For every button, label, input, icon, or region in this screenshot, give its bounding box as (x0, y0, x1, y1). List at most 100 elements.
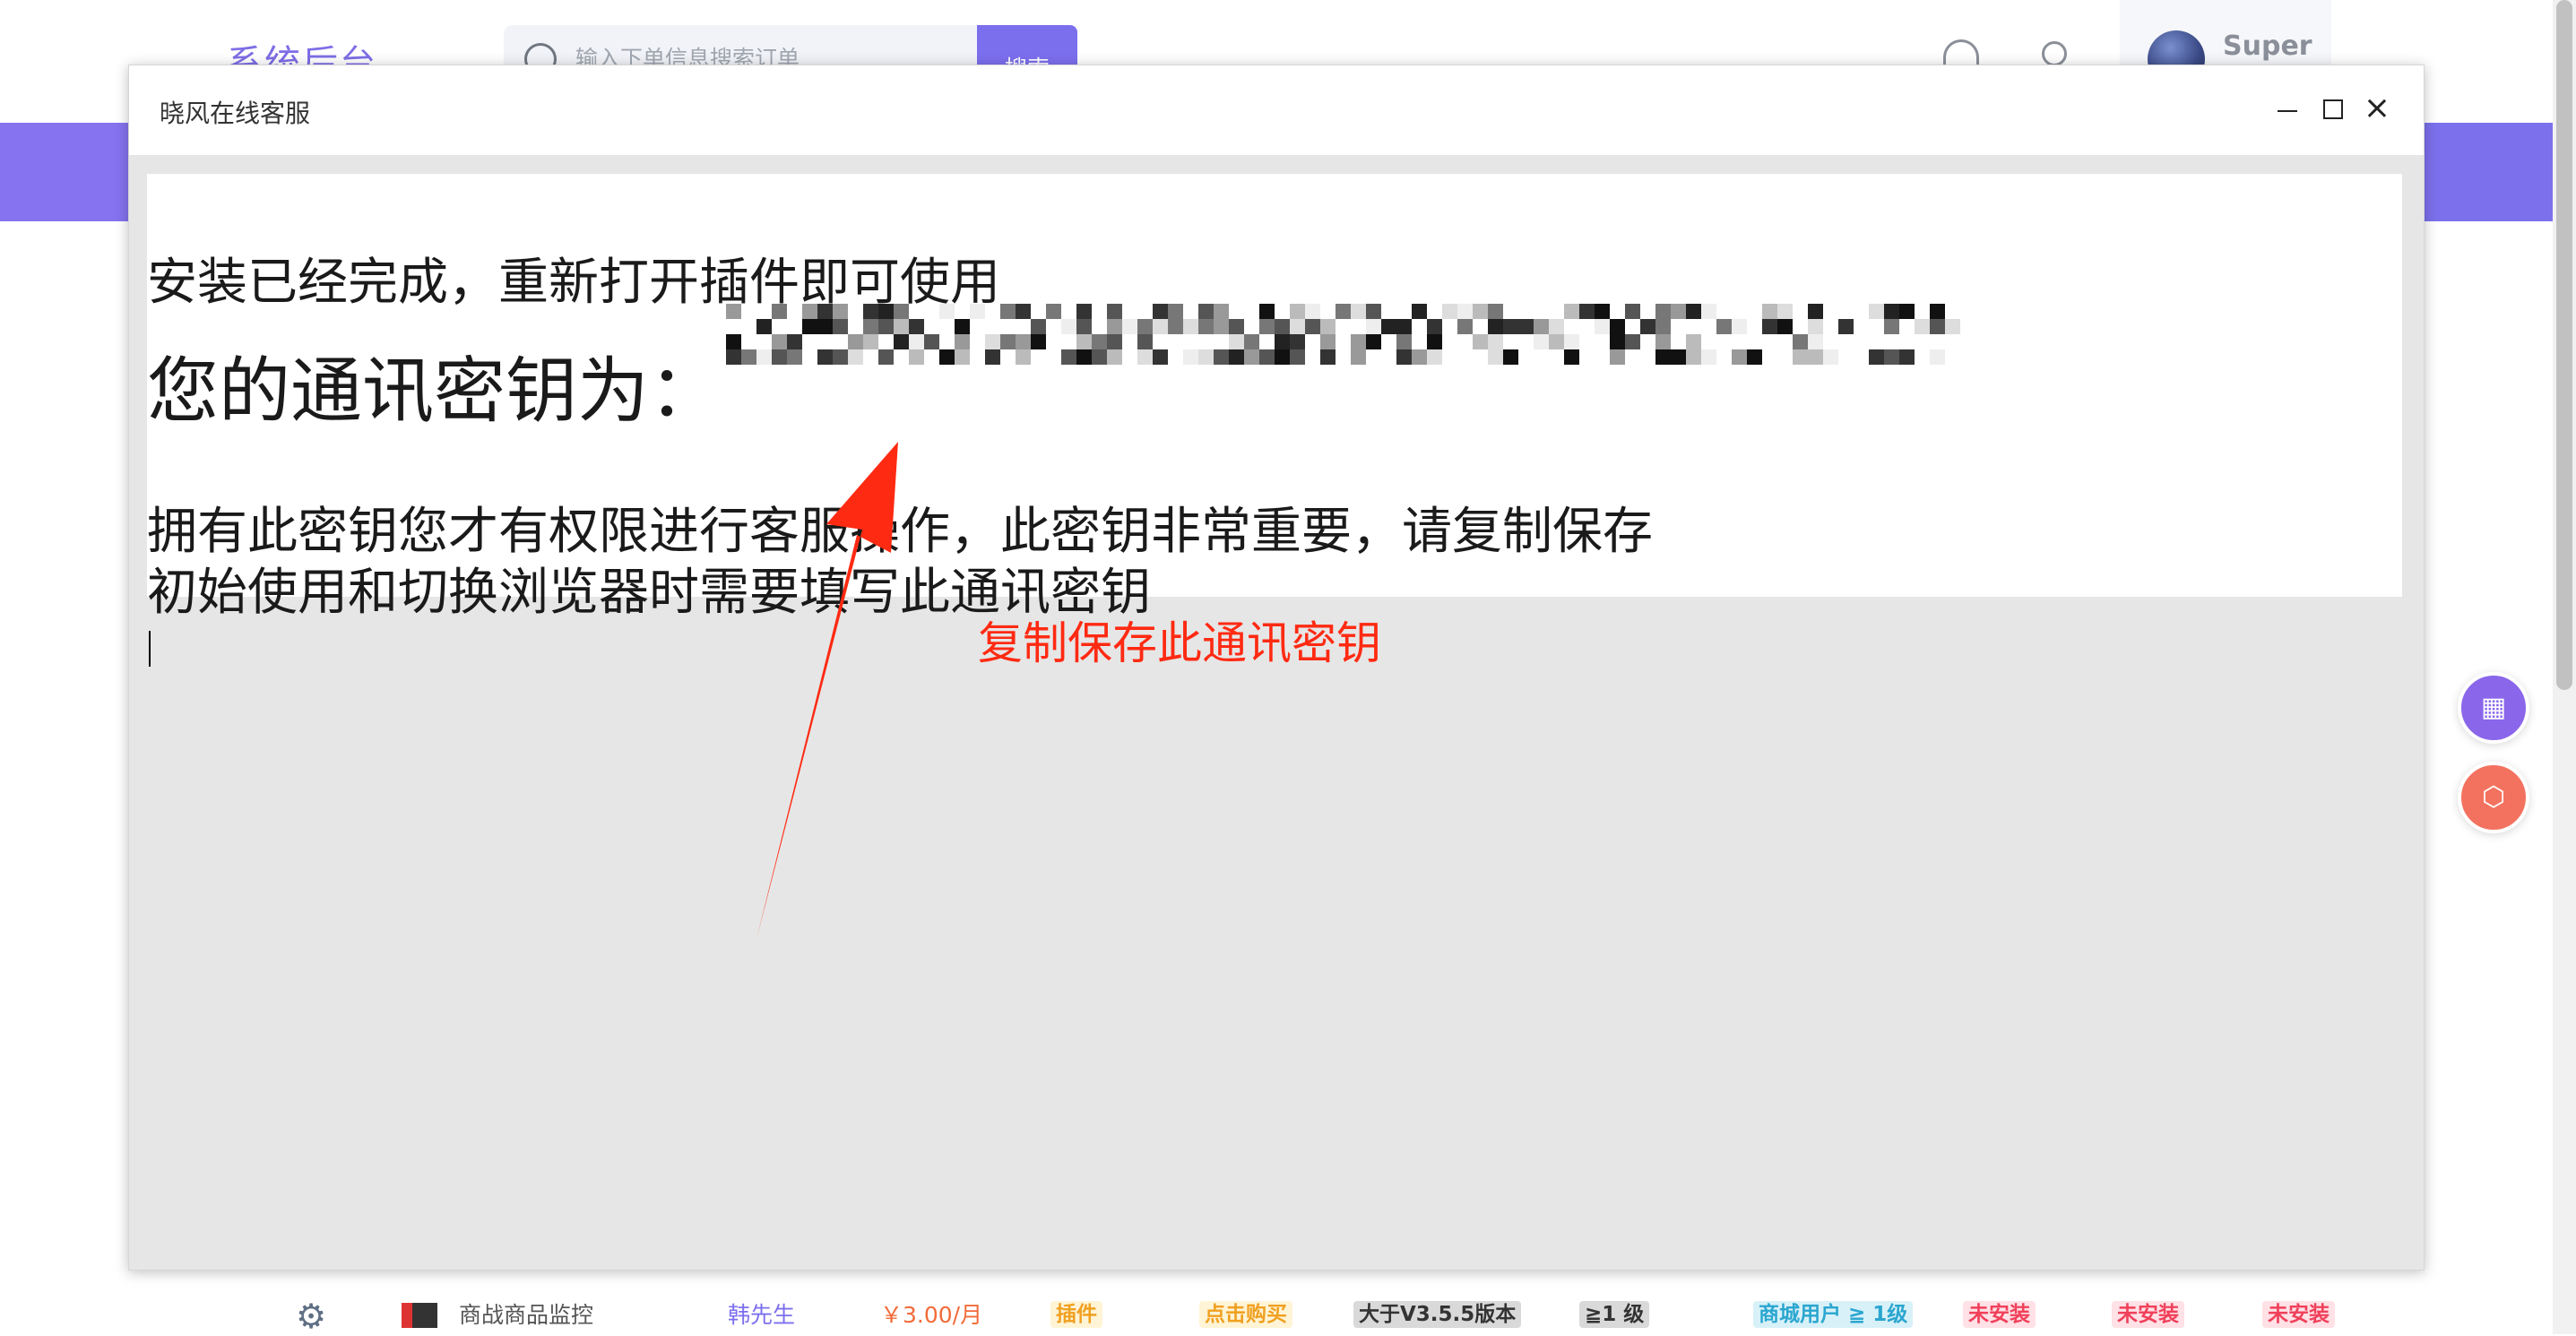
mosaic-cell (802, 319, 817, 334)
mosaic-cell (1701, 349, 1716, 365)
close-icon[interactable]: × (2361, 92, 2393, 125)
mosaic-cell (772, 304, 787, 319)
mosaic-cell (1168, 319, 1183, 334)
mosaic-cell (909, 349, 924, 365)
mosaic-cell (1518, 319, 1534, 334)
mosaic-cell (1000, 304, 1016, 319)
mosaic-cell (1229, 334, 1244, 349)
store-float-button[interactable]: ▦ (2458, 672, 2529, 744)
mosaic-cell (924, 334, 939, 349)
mosaic-cell (741, 349, 756, 365)
mosaic-cell (1290, 319, 1305, 334)
mosaic-cell (772, 334, 787, 349)
mosaic-cell (1259, 304, 1275, 319)
page-scrollbar-thumb[interactable] (2556, 0, 2572, 690)
mosaic-cell (1183, 349, 1198, 365)
mosaic-cell (863, 319, 878, 334)
mosaic-cell (817, 349, 833, 365)
mosaic-cell (1137, 334, 1153, 349)
mosaic-cell (1595, 304, 1610, 319)
mosaic-cell (1808, 349, 1823, 365)
mosaic-cell (1716, 319, 1732, 334)
status-badge: 未安装 (2262, 1301, 2335, 1328)
mosaic-cell (1412, 304, 1427, 319)
mosaic-cell (1884, 304, 1899, 319)
mosaic-cell (1457, 319, 1473, 334)
mosaic-cell (939, 349, 955, 365)
plugin-name: 商战商品监控 (459, 1302, 594, 1328)
mosaic-cell (1671, 304, 1686, 319)
mosaic-cell (1762, 319, 1777, 334)
mosaic-cell (1214, 349, 1229, 365)
mosaic-cell (1290, 304, 1305, 319)
mosaic-cell (1198, 304, 1214, 319)
plugin-author[interactable]: 韩先生 (728, 1297, 795, 1330)
mosaic-cell (1655, 349, 1671, 365)
mosaic-cell (848, 349, 863, 365)
mosaic-cell (1259, 349, 1275, 365)
buy-link[interactable]: 点击购买 (1199, 1301, 1292, 1328)
maximize-icon[interactable] (2323, 99, 2343, 119)
mosaic-cell (1076, 334, 1092, 349)
mosaic-cell (1488, 334, 1503, 349)
mosaic-cell (802, 304, 817, 319)
mosaic-cell (1701, 304, 1716, 319)
mosaic-cell (1214, 319, 1229, 334)
level-badge: ≧1 级 (1579, 1301, 1650, 1328)
mosaic-cell (1244, 334, 1259, 349)
cube-float-button[interactable]: ⬡ (2458, 762, 2529, 833)
mosaic-cell (1534, 319, 1549, 334)
mosaic-cell (1503, 349, 1518, 365)
mosaic-cell (1153, 349, 1168, 365)
mosaic-cell (1564, 334, 1579, 349)
mosaic-cell (1076, 319, 1092, 334)
mosaic-cell (1183, 319, 1198, 334)
user-search-icon[interactable] (2042, 41, 2067, 66)
dialog-titlebar[interactable]: 晓风在线客服 × (129, 65, 2424, 155)
mosaic-cell (1275, 319, 1290, 334)
mosaic-cell (1442, 304, 1457, 319)
mosaic-cell (1930, 349, 1945, 365)
mosaic-cell (894, 319, 909, 334)
mosaic-cell (878, 319, 894, 334)
mosaic-cell (878, 304, 894, 319)
status-badge: 未安装 (1963, 1301, 2036, 1328)
mosaic-cell (1275, 349, 1290, 365)
mosaic-cell (1427, 334, 1442, 349)
mosaic-cell (1031, 319, 1046, 334)
mosaic-cell (787, 349, 802, 365)
minimize-icon[interactable] (2278, 110, 2297, 112)
dialog-title: 晓风在线客服 (160, 99, 311, 128)
mosaic-cell (1366, 334, 1381, 349)
mosaic-cell (833, 319, 848, 334)
mosaic-cell (1320, 319, 1336, 334)
mosaic-cell (1564, 304, 1579, 319)
user-level-badge: 商城用户 ≧ 1级 (1753, 1301, 1914, 1328)
mosaic-cell (1092, 349, 1107, 365)
mosaic-cell (1488, 304, 1503, 319)
mosaic-cell (985, 349, 1000, 365)
mosaic-cell (1107, 349, 1122, 365)
mosaic-cell (1229, 349, 1244, 365)
plugin-price: ￥3.00/月 (880, 1302, 983, 1328)
mosaic-cell (1351, 349, 1366, 365)
mosaic-cell (1747, 349, 1762, 365)
mosaic-cell (817, 304, 833, 319)
mosaic-cell (756, 349, 772, 365)
mosaic-cell (1915, 319, 1930, 334)
mosaic-cell (1777, 304, 1793, 319)
key-label: 您的通讯密钥为： (147, 349, 721, 433)
mosaic-cell (772, 349, 787, 365)
mosaic-cell (726, 334, 741, 349)
mosaic-cell (1122, 319, 1137, 334)
mosaic-cell (1503, 319, 1518, 334)
customer-service-dialog: 晓风在线客服 × 安装已经完成，重新打开插件即可使用 您的通讯密钥为： 拥有此密… (128, 65, 2425, 1271)
mosaic-cell (1686, 334, 1701, 349)
mosaic-cell (1610, 349, 1625, 365)
mosaic-cell (1198, 319, 1214, 334)
status-badge: 未安装 (2112, 1301, 2184, 1328)
mosaic-cell (1168, 304, 1183, 319)
gear-icon[interactable]: ⚙ (296, 1299, 326, 1333)
mosaic-cell (1320, 349, 1336, 365)
dialog-content[interactable]: 安装已经完成，重新打开插件即可使用 您的通讯密钥为： 拥有此密钥您才有权限进行客… (147, 174, 2402, 667)
